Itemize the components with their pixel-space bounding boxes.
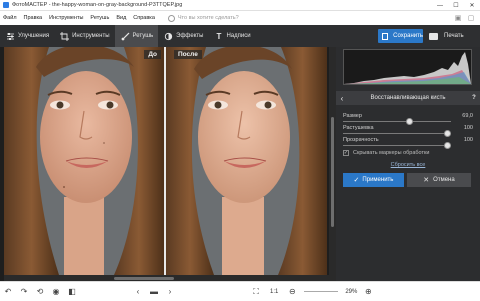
slider-opacity-track[interactable] [343, 145, 451, 146]
zoom-slider[interactable] [304, 291, 339, 292]
reset-all-link[interactable]: Сбросить все [336, 162, 480, 168]
next-image-icon[interactable]: › [162, 284, 178, 300]
minimize-button[interactable]: — [432, 0, 448, 11]
search-input[interactable]: Что вы хотите сделать? [167, 13, 260, 23]
slider-feather-knob[interactable] [444, 130, 451, 137]
before-image[interactable]: До [4, 47, 164, 275]
image-canvas[interactable]: До После [0, 47, 336, 281]
tab-retouch-label: Ретушь [132, 33, 154, 39]
eye-icon[interactable]: ◉ [48, 284, 64, 300]
slider-size: Размер 69,0 [343, 113, 473, 125]
tool-panel: ‹ Восстанавливающая кисть ? Размер 69,0 … [336, 47, 480, 281]
slider-feather-label: Растушевка [343, 125, 374, 131]
tab-effects-label: Эффекты [176, 33, 204, 39]
tab-retouch[interactable]: Ретушь [114, 25, 159, 47]
effects-icon [164, 32, 173, 41]
hide-markers-checkbox[interactable]: ✓ Скрывать маркеры обработки [343, 150, 429, 156]
panel-title: Восстанавливающая кисть [370, 95, 446, 101]
slider-feather: Растушевка 100 [343, 125, 473, 137]
undo-icon[interactable]: ↶ [0, 284, 16, 300]
compare-icon[interactable]: ◧ [64, 284, 80, 300]
window-icon[interactable]: ▢ [466, 13, 476, 23]
after-image[interactable]: После [166, 47, 327, 275]
menu-file[interactable]: Файл [3, 15, 17, 21]
print-button[interactable]: Печать [429, 29, 464, 43]
menu-retouch[interactable]: Ретушь [90, 15, 109, 21]
tab-text-label: Надписи [226, 33, 251, 39]
after-label: После [174, 50, 202, 59]
zoom-ratio[interactable]: 1:1 [270, 289, 278, 295]
vertical-scroll-thumb[interactable] [331, 117, 334, 227]
tab-enhance-label: Улучшения [18, 33, 50, 39]
status-bar: ↶ ↷ ⟲ ◉ ◧ ‹ ▬ › ⛶ 1:1 ⊖ 29% ⊕ [0, 281, 480, 301]
close-button[interactable]: ✕ [464, 0, 480, 11]
print-label: Печать [444, 33, 464, 39]
menu-help[interactable]: Справка [133, 15, 155, 21]
slider-size-label: Размер [343, 113, 362, 119]
crop-icon [60, 31, 70, 41]
prev-image-icon[interactable]: ‹ [130, 284, 146, 300]
printer-icon [429, 32, 438, 40]
before-label: До [144, 50, 161, 59]
history-icon[interactable]: ⟲ [32, 284, 48, 300]
brush-icon [121, 32, 130, 41]
image-icon[interactable]: ▣ [453, 13, 463, 23]
title-bar: ФотоМАСТЕР - the-happy-woman-on-gray-bac… [0, 0, 480, 11]
text-icon: T [216, 31, 222, 41]
slider-feather-track[interactable] [343, 133, 451, 134]
check-icon: ✓ [353, 177, 360, 184]
tab-effects[interactable]: Эффекты [158, 25, 208, 47]
fit-screen-icon[interactable]: ⛶ [248, 284, 264, 300]
vertical-scrollbar[interactable] [329, 47, 336, 281]
menu-tools[interactable]: Инструменты [49, 15, 83, 21]
slider-opacity: Прозрачность 100 [343, 137, 473, 149]
folder-icon[interactable]: ▬ [146, 284, 162, 300]
maximize-button[interactable]: ☐ [448, 0, 464, 11]
tab-tools[interactable]: Инструменты [54, 25, 114, 47]
tab-tools-label: Инструменты [72, 33, 110, 39]
zoom-out-icon[interactable]: ⊖ [284, 284, 300, 300]
checkbox-check-icon[interactable]: ✓ [343, 150, 349, 156]
histogram [343, 49, 472, 85]
cancel-button[interactable]: ✕ Отмена [407, 173, 471, 187]
zoom-in-icon[interactable]: ⊕ [360, 284, 376, 300]
main-toolbar: Улучшения Инструменты Ретушь Эффекты T Н… [0, 25, 480, 47]
slider-size-value[interactable]: 69,0 [457, 113, 473, 119]
apply-label: Применить [362, 177, 394, 183]
cancel-label: Отмена [433, 177, 455, 183]
hide-markers-label: Скрывать маркеры обработки [353, 150, 430, 156]
slider-size-knob[interactable] [405, 118, 413, 125]
save-icon [382, 32, 389, 40]
menu-view[interactable]: Вид [116, 15, 126, 21]
slider-opacity-knob[interactable] [444, 142, 451, 149]
tab-text[interactable]: T Надписи [208, 25, 255, 47]
back-arrow-icon[interactable]: ‹ [336, 94, 348, 103]
help-icon[interactable]: ? [468, 95, 480, 101]
menu-bar: Файл Правка Инструменты Ретушь Вид Справ… [0, 11, 480, 25]
slider-size-track[interactable] [343, 121, 451, 122]
app-icon [3, 2, 9, 8]
panel-header: ‹ Восстанавливающая кисть ? [336, 91, 480, 105]
slider-opacity-value[interactable]: 100 [457, 137, 473, 143]
slider-feather-value[interactable]: 100 [457, 125, 473, 131]
redo-icon[interactable]: ↷ [16, 284, 32, 300]
window-title: ФотоМАСТЕР - the-happy-woman-on-gray-bac… [12, 2, 183, 8]
sliders-icon [6, 32, 15, 41]
zoom-value: 29% [345, 288, 358, 295]
search-placeholder: Что вы хотите сделать? [177, 15, 239, 21]
search-icon [167, 14, 175, 22]
horizontal-scroll-thumb[interactable] [114, 277, 174, 280]
menu-edit[interactable]: Правка [24, 15, 43, 21]
window-controls: — ☐ ✕ [432, 0, 480, 11]
slider-opacity-label: Прозрачность [343, 137, 379, 143]
apply-button[interactable]: ✓ Применить [343, 173, 404, 187]
menu-right-icons: ▣ ▢ [450, 13, 476, 23]
tab-enhance[interactable]: Улучшения [0, 25, 54, 47]
close-icon: ✕ [423, 177, 430, 184]
save-label: Сохранить [393, 33, 423, 39]
save-button[interactable]: Сохранить [378, 29, 423, 43]
